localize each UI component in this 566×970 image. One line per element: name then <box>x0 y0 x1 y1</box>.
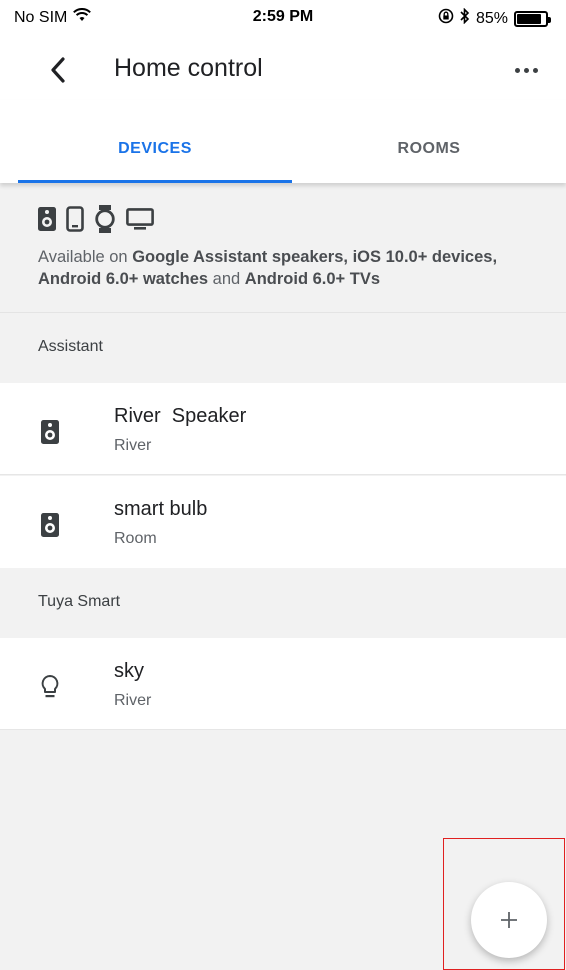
tab-rooms[interactable]: ROOMS <box>292 140 566 158</box>
app-bar: Home control <box>0 38 566 100</box>
bluetooth-icon <box>460 7 470 29</box>
speaker-icon <box>38 207 56 231</box>
section-title: Assistant <box>38 338 103 355</box>
section-header-tuya-smart: Tuya Smart <box>0 568 566 638</box>
more-options-icon <box>514 67 520 73</box>
device-name: smart bulb <box>114 498 208 520</box>
tv-icon <box>126 208 154 230</box>
lightbulb-icon <box>38 673 62 701</box>
device-row-river-speaker[interactable]: River Speaker River <box>0 383 566 475</box>
phone-icon <box>66 206 84 232</box>
device-room: River <box>114 692 152 709</box>
battery-fill <box>517 13 541 24</box>
device-name: sky <box>114 660 144 682</box>
active-tab-indicator <box>18 180 292 183</box>
device-room: Room <box>114 530 157 547</box>
add-icon <box>501 912 517 928</box>
availability-text: Available on Google Assistant speakers, … <box>38 248 498 288</box>
tab-devices[interactable]: DEVICES <box>18 140 292 158</box>
section-header-assistant: Assistant <box>0 313 566 383</box>
device-row-sky[interactable]: sky River <box>0 638 566 730</box>
device-room: River <box>114 437 152 454</box>
more-options-button[interactable] <box>506 52 546 88</box>
availability-info: Available on Google Assistant speakers, … <box>0 183 566 313</box>
back-chevron-icon <box>51 57 65 83</box>
battery-percent: 85% <box>475 9 508 27</box>
watch-icon <box>95 205 115 233</box>
orientation-lock-icon <box>438 8 454 29</box>
battery-icon <box>514 10 551 27</box>
device-row-smart-bulb[interactable]: smart bulb Room <box>0 476 566 568</box>
section-title: Tuya Smart <box>38 593 121 610</box>
back-button[interactable] <box>38 50 78 90</box>
tab-bar: DEVICES ROOMS <box>0 100 566 183</box>
speaker-icon <box>38 511 62 539</box>
add-device-button[interactable] <box>471 882 547 958</box>
status-bar: No SIM 2:59 PM 85% <box>0 0 566 38</box>
device-name: River Speaker <box>114 405 247 427</box>
speaker-icon <box>38 418 62 446</box>
page-title: Home control <box>114 54 263 82</box>
